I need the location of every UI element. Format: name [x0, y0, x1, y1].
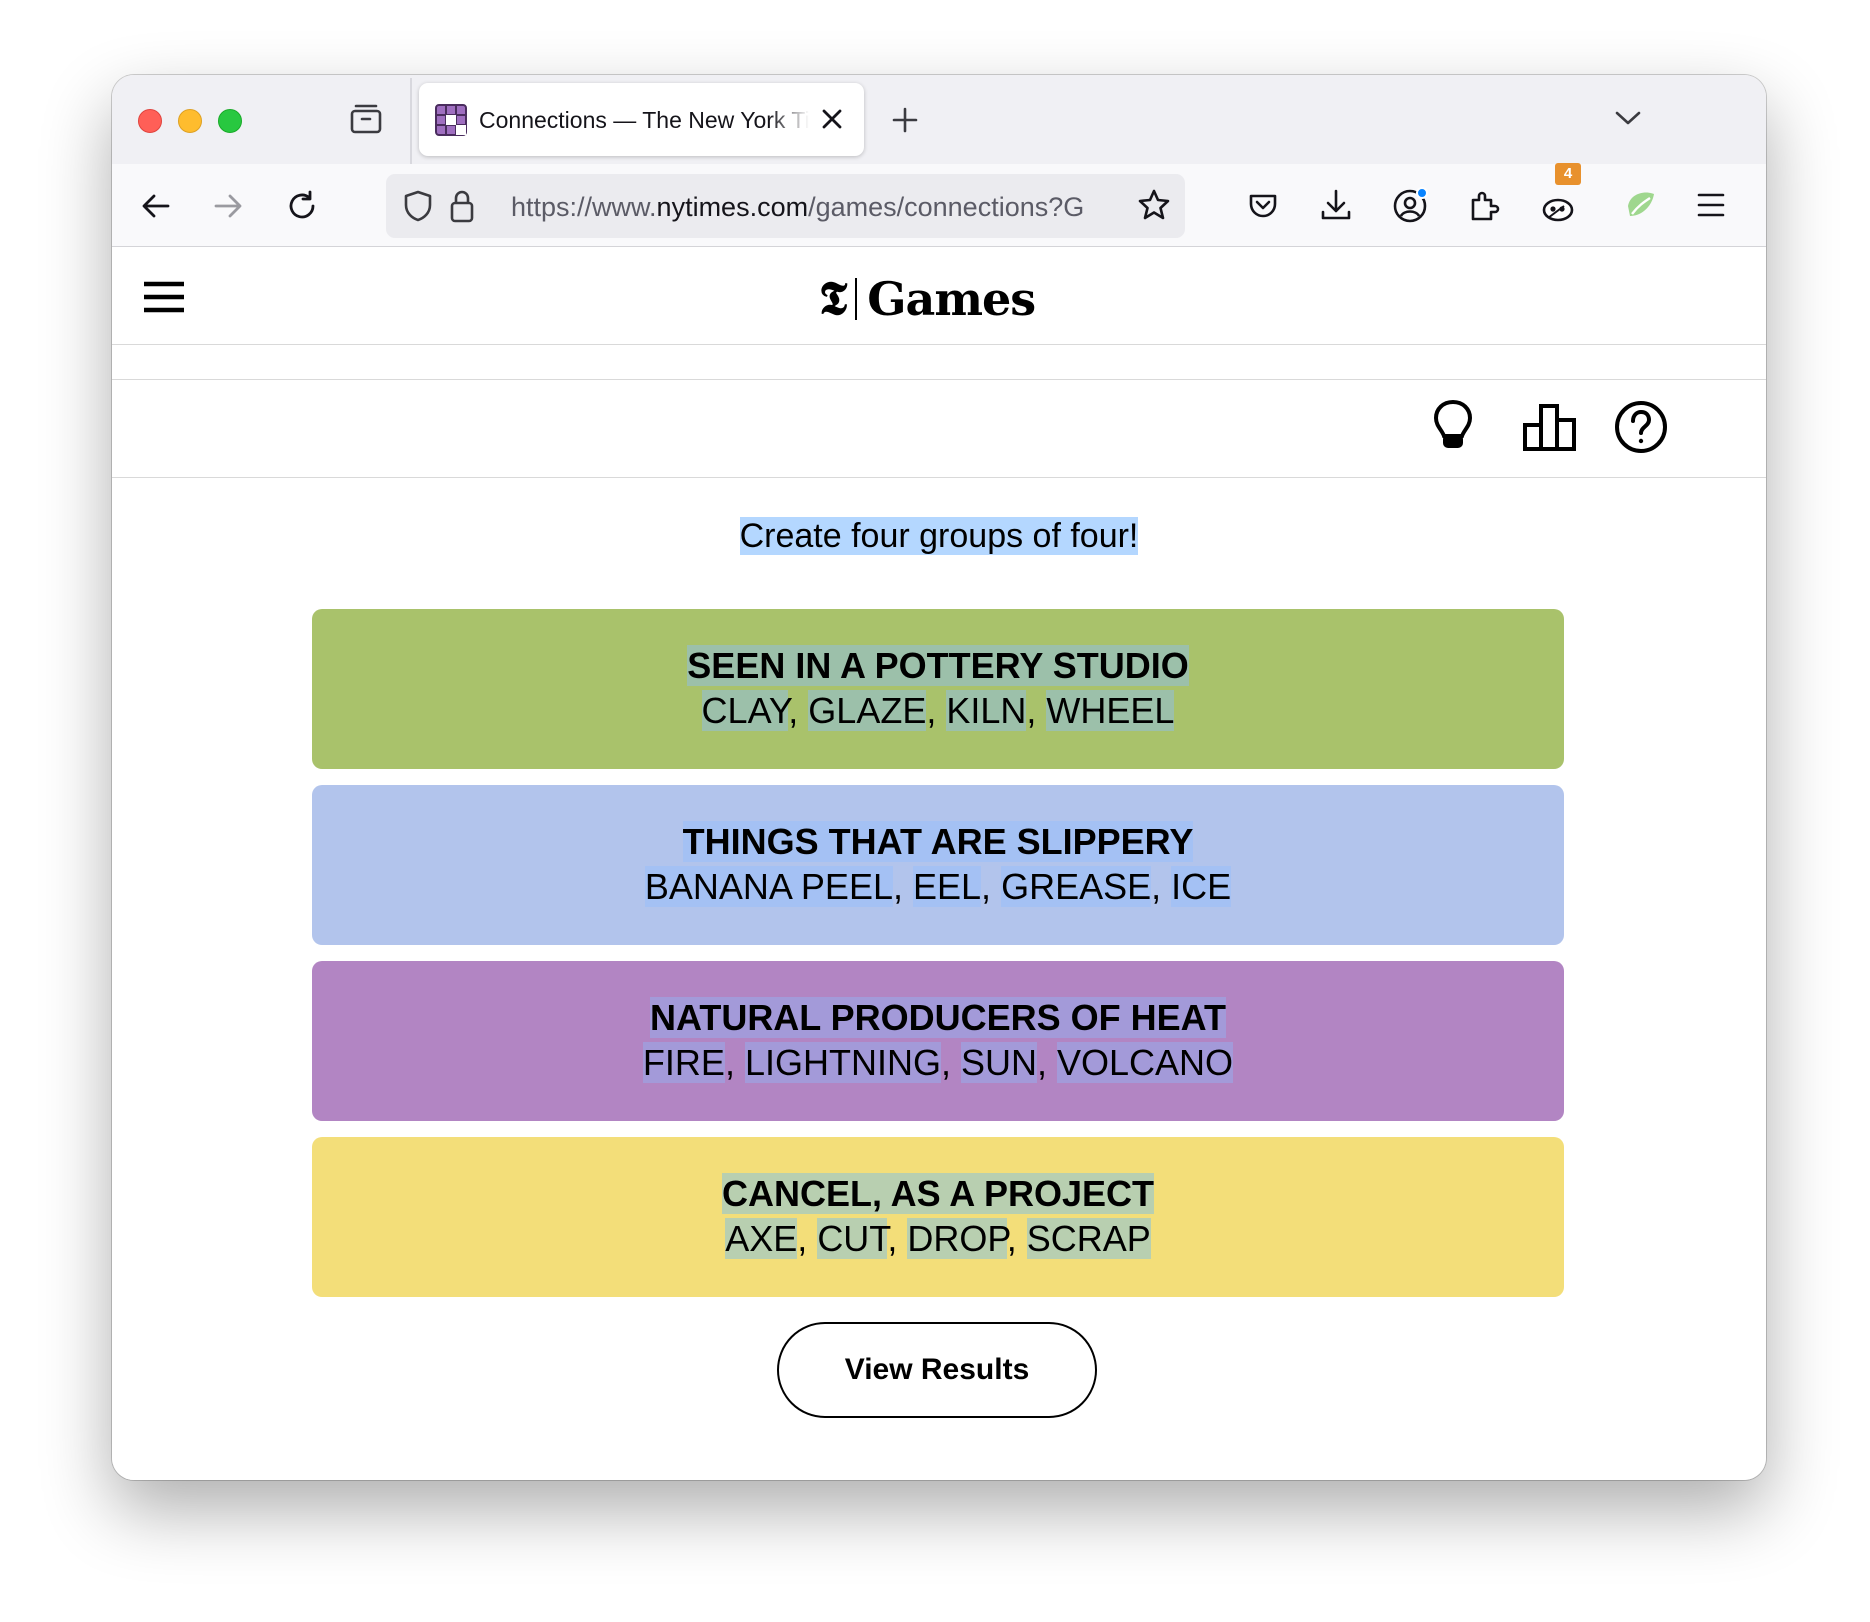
maximize-window-button[interactable] [218, 109, 242, 133]
group-members: BANANA PEEL, EEL, GREASE, ICE [644, 866, 1232, 907]
hamburger-menu-icon[interactable] [144, 281, 184, 313]
url-text[interactable]: https://www.nytimes.com/games/connection… [511, 192, 1121, 223]
extension-badge: 4 [1555, 163, 1581, 185]
address-bar[interactable]: https://www.nytimes.com/games/connection… [386, 174, 1185, 238]
group-members: AXE, CUT, DROP, SCRAP [725, 1218, 1151, 1259]
tab-separator [410, 78, 412, 164]
forward-arrow-icon[interactable] [212, 190, 244, 222]
view-results-button[interactable]: View Results [777, 1322, 1097, 1418]
tab-connections[interactable]: Connections — The New York Times [419, 83, 864, 156]
bookmark-star-icon[interactable] [1137, 188, 1171, 222]
instructions-text: Create four groups of four! [739, 517, 1139, 555]
nyt-logo-mark: 𝕿 [819, 271, 848, 325]
tab-strip: Connections — The New York Times [112, 75, 1766, 164]
solved-group-3: NATURAL PRODUCERS OF HEAT FIRE, LIGHTNIN… [312, 961, 1564, 1121]
download-icon[interactable] [1320, 188, 1352, 222]
group-title: NATURAL PRODUCERS OF HEAT [650, 997, 1226, 1038]
pocket-icon[interactable] [1247, 189, 1279, 221]
hint-lightbulb-icon[interactable] [1432, 398, 1474, 456]
group-title: CANCEL, AS A PROJECT [721, 1173, 1155, 1214]
account-icon[interactable] [1392, 186, 1430, 224]
help-icon[interactable] [1614, 400, 1668, 454]
close-window-button[interactable] [138, 109, 162, 133]
solved-group-4: CANCEL, AS A PROJECT AXE, CUT, DROP, SCR… [312, 1137, 1564, 1297]
tab-title: Connections — The New York Times [479, 107, 809, 133]
browser-window: Connections — The New York Times [112, 75, 1766, 1480]
tab-overview-icon[interactable] [348, 101, 384, 137]
tracking-shield-icon[interactable] [402, 189, 434, 223]
app-menu-icon[interactable] [1697, 192, 1725, 218]
nyt-games-logo[interactable]: 𝕿 Games [819, 271, 1036, 327]
solved-group-2: THINGS THAT ARE SLIPPERY BANANA PEEL, EE… [312, 785, 1564, 945]
extension-icon[interactable] [1540, 186, 1580, 226]
nyt-connections-favicon [435, 104, 467, 136]
group-title: THINGS THAT ARE SLIPPERY [682, 821, 1194, 862]
solved-groups: SEEN IN A POTTERY STUDIO CLAY, GLAZE, KI… [312, 609, 1564, 1313]
extensions-icon[interactable] [1468, 188, 1500, 222]
game-toolbar [112, 380, 1766, 478]
back-arrow-icon[interactable] [140, 190, 172, 222]
tab-list-chevron-icon[interactable] [1614, 108, 1642, 128]
web-page: 𝕿 Games Create four groups of four! SEEN… [112, 247, 1766, 1480]
stats-icon[interactable] [1522, 402, 1578, 452]
leaf-extension-icon[interactable] [1622, 186, 1660, 224]
group-members: CLAY, GLAZE, KILN, WHEEL [701, 690, 1175, 731]
reload-icon[interactable] [285, 189, 319, 223]
navigation-toolbar: https://www.nytimes.com/games/connection… [112, 163, 1766, 247]
logo-divider [855, 278, 858, 320]
new-tab-icon[interactable] [891, 106, 919, 134]
group-members: FIRE, LIGHTNING, SUN, VOLCANO [642, 1042, 1234, 1083]
solved-group-1: SEEN IN A POTTERY STUDIO CLAY, GLAZE, KI… [312, 609, 1564, 769]
minimize-window-button[interactable] [178, 109, 202, 133]
nyt-games-header: 𝕿 Games [112, 247, 1766, 345]
lock-icon[interactable] [448, 188, 476, 224]
close-tab-icon[interactable] [821, 108, 843, 130]
logo-games-text: Games [867, 272, 1036, 326]
group-title: SEEN IN A POTTERY STUDIO [687, 645, 1189, 686]
